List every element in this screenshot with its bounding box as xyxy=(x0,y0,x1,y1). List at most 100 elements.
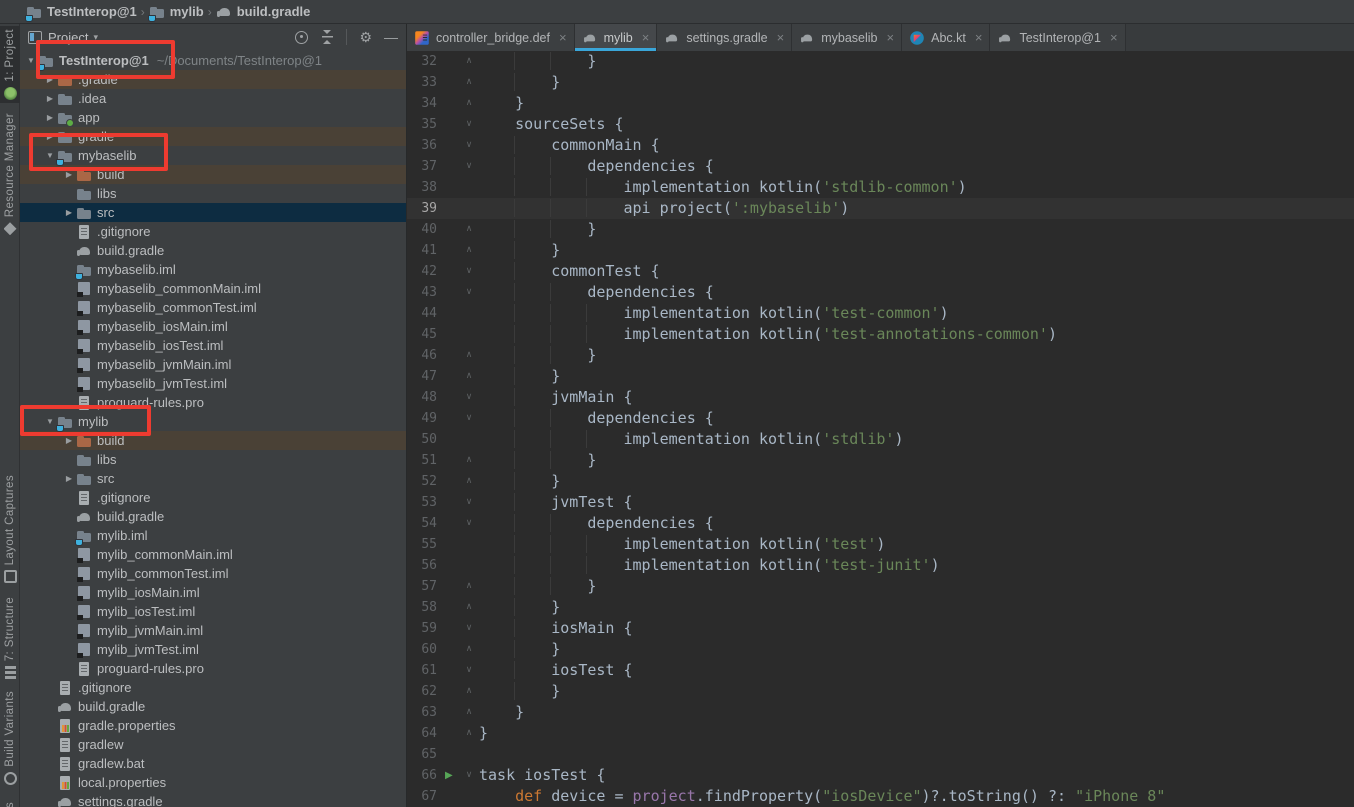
tree-row[interactable]: proguard-rules.pro xyxy=(20,393,406,412)
tree-row[interactable]: gradle.properties xyxy=(20,716,406,735)
chevron-expanded-icon[interactable]: ▼ xyxy=(24,56,38,65)
tree-row[interactable]: ▶ src xyxy=(20,469,406,488)
tree-row[interactable]: build.gradle xyxy=(20,697,406,716)
fold-open-icon[interactable]: ∨ xyxy=(462,408,476,429)
fold-open-icon[interactable]: ∨ xyxy=(462,660,476,681)
code-line[interactable]: 60 ∧ } xyxy=(407,639,1354,660)
toolwindow-button-build-variants[interactable]: Build Variants xyxy=(0,688,20,788)
breadcrumb-item[interactable]: build.gradle xyxy=(216,4,310,20)
gear-icon[interactable]: ⚙ xyxy=(359,30,372,44)
fold-close-icon[interactable]: ∧ xyxy=(462,597,476,618)
code-line[interactable]: 39 api project(':mybaselib') xyxy=(407,198,1354,219)
fold-close-icon[interactable]: ∧ xyxy=(462,450,476,471)
toolwindow-button-layout-captures[interactable]: Layout Captures xyxy=(0,472,20,586)
tab-abc-kt[interactable]: Abc.kt × xyxy=(902,24,991,51)
fold-open-icon[interactable]: ∨ xyxy=(462,387,476,408)
tab-mylib[interactable]: mylib × xyxy=(574,24,658,51)
code-line[interactable]: 55 implementation kotlin('test') xyxy=(407,534,1354,555)
tree-row[interactable]: libs xyxy=(20,184,406,203)
fold-close-icon[interactable]: ∧ xyxy=(462,345,476,366)
close-icon[interactable]: × xyxy=(887,31,895,44)
fold-close-icon[interactable]: ∧ xyxy=(462,723,476,744)
chevron-collapsed-icon[interactable]: ▶ xyxy=(43,94,57,103)
fold-open-icon[interactable]: ∨ xyxy=(462,156,476,177)
tree-row[interactable]: ▶ .gradle xyxy=(20,70,406,89)
fold-open-icon[interactable]: ∨ xyxy=(462,618,476,639)
code-line[interactable]: 48 ∨ jvmMain { xyxy=(407,387,1354,408)
fold-open-icon[interactable]: ∨ xyxy=(462,513,476,534)
tree-row[interactable]: ▶ build xyxy=(20,165,406,184)
tree-row[interactable]: mylib_commonTest.iml xyxy=(20,564,406,583)
tree-row[interactable]: build.gradle xyxy=(20,507,406,526)
tree-row[interactable]: .gitignore xyxy=(20,678,406,697)
fold-close-icon[interactable]: ∧ xyxy=(462,576,476,597)
code-line[interactable]: 50 implementation kotlin('stdlib') xyxy=(407,429,1354,450)
code-line[interactable]: 57 ∧ } xyxy=(407,576,1354,597)
tree-row[interactable]: mybaselib.iml xyxy=(20,260,406,280)
tab-settings-gradle[interactable]: settings.gradle × xyxy=(657,24,793,51)
tree-row[interactable]: mybaselib_iosTest.iml xyxy=(20,336,406,355)
code-line[interactable]: 61 ∨ iosTest { xyxy=(407,660,1354,681)
fold-open-icon[interactable]: ∨ xyxy=(462,261,476,282)
tree-row[interactable]: local.properties xyxy=(20,773,406,792)
code-line[interactable]: 45 implementation kotlin('test-annotatio… xyxy=(407,324,1354,345)
fold-close-icon[interactable]: ∧ xyxy=(462,366,476,387)
project-panel-title[interactable]: Project xyxy=(48,30,88,45)
code-line[interactable]: 36 ∨ commonMain { xyxy=(407,135,1354,156)
chevron-collapsed-icon[interactable]: ▶ xyxy=(43,75,57,84)
toolwindow-button-resource-manager[interactable]: Resource Manager xyxy=(0,110,20,238)
chevron-expanded-icon[interactable]: ▼ xyxy=(43,151,57,160)
code-line[interactable]: 40 ∧ } xyxy=(407,219,1354,240)
tree-row[interactable]: mybaselib_jvmTest.iml xyxy=(20,374,406,393)
code-line[interactable]: 38 implementation kotlin('stdlib-common'… xyxy=(407,177,1354,198)
toolwindow-button-7-structure[interactable]: 7: Structure xyxy=(0,594,20,682)
breadcrumb-item[interactable]: TestInterop@1 xyxy=(25,4,137,22)
code-line[interactable]: 52 ∧ } xyxy=(407,471,1354,492)
chevron-collapsed-icon[interactable]: ▶ xyxy=(62,474,76,483)
fold-close-icon[interactable]: ∧ xyxy=(462,219,476,240)
code-line[interactable]: 66 ▶ ∨ task iosTest { xyxy=(407,765,1354,786)
fold-close-icon[interactable]: ∧ xyxy=(462,681,476,702)
tree-row[interactable]: mybaselib_commonMain.iml xyxy=(20,279,406,298)
toolwindow-button-tes[interactable]: tes xyxy=(0,799,20,807)
run-gutter-icon[interactable]: ▶ xyxy=(445,765,453,786)
close-icon[interactable]: × xyxy=(975,31,983,44)
fold-close-icon[interactable]: ∧ xyxy=(462,471,476,492)
tree-row[interactable]: mylib_jvmMain.iml xyxy=(20,621,406,640)
code-line[interactable]: 59 ∨ iosMain { xyxy=(407,618,1354,639)
locate-file-icon[interactable] xyxy=(295,30,309,44)
tree-row[interactable]: ▶ src xyxy=(20,203,406,222)
tree-row[interactable]: gradlew xyxy=(20,735,406,754)
code-line[interactable]: 37 ∨ dependencies { xyxy=(407,156,1354,177)
code-line[interactable]: 51 ∧ } xyxy=(407,450,1354,471)
tree-row[interactable]: mybaselib_iosMain.iml xyxy=(20,317,406,336)
tree-row[interactable]: mylib_commonMain.iml xyxy=(20,545,406,564)
code-line[interactable]: 65 xyxy=(407,744,1354,765)
tree-row[interactable]: proguard-rules.pro xyxy=(20,659,406,678)
code-line[interactable]: 34 ∧ } xyxy=(407,93,1354,114)
code-line[interactable]: 62 ∧ } xyxy=(407,681,1354,702)
code-line[interactable]: 47 ∧ } xyxy=(407,366,1354,387)
chevron-collapsed-icon[interactable]: ▶ xyxy=(43,132,57,141)
code-line[interactable]: 32 ∧ } xyxy=(407,51,1354,72)
fold-open-icon[interactable]: ∨ xyxy=(462,492,476,513)
code-editor[interactable]: 32 ∧ } 33 ∧ } 34 ∧ } 35 ∨ sourceSets {36 ∨ commo… xyxy=(407,51,1354,807)
fold-close-icon[interactable]: ∧ xyxy=(462,639,476,660)
collapse-all-icon[interactable] xyxy=(320,30,335,44)
code-line[interactable]: 56 implementation kotlin('test-junit') xyxy=(407,555,1354,576)
tree-row[interactable]: settings.gradle xyxy=(20,792,406,807)
tab-testinterop-1[interactable]: TestInterop@1 × xyxy=(990,24,1126,51)
fold-open-icon[interactable]: ∨ xyxy=(462,765,476,786)
tree-row[interactable]: ▼ mylib xyxy=(20,412,406,432)
code-line[interactable]: 44 implementation kotlin('test-common') xyxy=(407,303,1354,324)
fold-close-icon[interactable]: ∧ xyxy=(462,93,476,114)
code-line[interactable]: 46 ∧ } xyxy=(407,345,1354,366)
chevron-collapsed-icon[interactable]: ▶ xyxy=(62,208,76,217)
fold-close-icon[interactable]: ∧ xyxy=(462,240,476,261)
code-line[interactable]: 58 ∧ } xyxy=(407,597,1354,618)
tree-row[interactable]: mybaselib_commonTest.iml xyxy=(20,298,406,317)
tree-row[interactable]: gradlew.bat xyxy=(20,754,406,773)
code-line[interactable]: 33 ∧ } xyxy=(407,72,1354,93)
tree-row[interactable]: .gitignore xyxy=(20,488,406,507)
close-icon[interactable]: × xyxy=(559,31,567,44)
